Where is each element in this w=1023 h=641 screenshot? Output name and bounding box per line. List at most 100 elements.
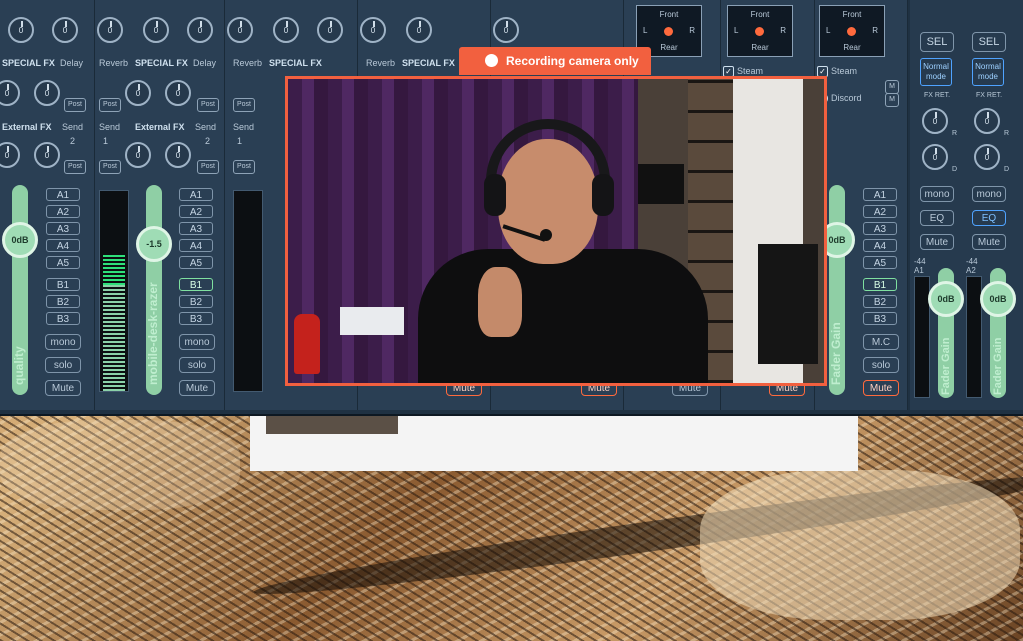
bus-a5-button[interactable]: A5 xyxy=(179,256,213,269)
post-toggle[interactable]: Post xyxy=(197,98,219,112)
post-toggle[interactable]: Post xyxy=(197,160,219,174)
send-2-label: 2 xyxy=(70,136,76,146)
bus-b2-button[interactable]: B2 xyxy=(179,295,213,308)
bus-b1-button[interactable]: B1 xyxy=(863,278,897,291)
mono-button[interactable]: mono xyxy=(972,186,1006,202)
bus-b3-button[interactable]: B3 xyxy=(46,312,80,325)
pan-front-label: Front xyxy=(842,10,862,19)
panning-box[interactable]: Front L R Rear xyxy=(727,5,793,57)
fx-return-reverb-knob[interactable]: 0 xyxy=(922,108,948,134)
send-2-knob[interactable]: 0 xyxy=(165,142,191,168)
bus-a5-button[interactable]: A5 xyxy=(46,256,80,269)
pan-position-dot[interactable] xyxy=(755,27,764,36)
bus-b2-button[interactable]: B2 xyxy=(46,295,80,308)
post-toggle[interactable]: Post xyxy=(99,160,121,174)
gain-fader-knob[interactable]: 0dB xyxy=(2,222,38,258)
post-toggle[interactable]: Post xyxy=(233,98,255,112)
solo-button[interactable]: solo xyxy=(45,357,81,373)
eq-button[interactable]: EQ xyxy=(920,210,954,226)
denoiser-knob[interactable]: 0 xyxy=(317,17,343,43)
panning-box[interactable]: Front L R Rear xyxy=(819,5,885,57)
camera-background-box xyxy=(340,307,404,335)
post-toggle[interactable]: Post xyxy=(64,160,86,174)
bus-a3-button[interactable]: A3 xyxy=(179,222,213,235)
comp-knob[interactable]: 0 xyxy=(493,17,519,43)
solo-button[interactable]: solo xyxy=(179,357,215,373)
bus-b1-button[interactable]: B1 xyxy=(179,278,213,291)
fx-return-delay-knob[interactable]: 0 xyxy=(922,144,948,170)
bus-a2-button[interactable]: A2 xyxy=(179,205,213,218)
mute-button[interactable]: Mute xyxy=(45,380,81,396)
bus-b3-button[interactable]: B3 xyxy=(863,312,897,325)
fx-return-delay-knob[interactable]: 0 xyxy=(974,144,1000,170)
bus-a4-button[interactable]: A4 xyxy=(863,239,897,252)
mute-button[interactable]: Mute xyxy=(972,234,1006,250)
bus-a1-fader-knob[interactable]: 0dB xyxy=(928,281,964,317)
mono-button[interactable]: mono xyxy=(179,334,215,350)
bus-mode-button-a1[interactable]: Normal mode xyxy=(920,58,952,86)
denoiser-knob[interactable]: 0 xyxy=(52,17,78,43)
delay-knob[interactable]: 0 xyxy=(34,80,60,106)
strip-name[interactable]: mobile-desk-razer xyxy=(146,282,160,385)
fx-ret-label: FX RET. xyxy=(976,92,1003,99)
gate-knob[interactable]: 0 xyxy=(8,17,34,43)
post-toggle[interactable]: Post xyxy=(99,98,121,112)
bus-a5-button[interactable]: A5 xyxy=(863,256,897,269)
camera-preview[interactable] xyxy=(285,76,827,386)
bus-a1-button[interactable]: A1 xyxy=(179,188,213,201)
mono-button[interactable]: mono xyxy=(45,334,81,350)
bus-a1-button[interactable]: A1 xyxy=(863,188,897,201)
send-2-knob[interactable]: 0 xyxy=(34,142,60,168)
steam-label: Steam xyxy=(737,66,764,76)
m-button[interactable]: M xyxy=(885,93,899,107)
bus-a4-button[interactable]: A4 xyxy=(179,239,213,252)
send-1-knob[interactable]: 0 xyxy=(0,142,20,168)
gate-knob[interactable]: 0 xyxy=(273,17,299,43)
delay-knob[interactable]: 0 xyxy=(165,80,191,106)
reverb-knob[interactable]: 0 xyxy=(0,80,20,106)
pan-position-dot[interactable] xyxy=(847,27,856,36)
bus-a2-button[interactable]: A2 xyxy=(46,205,80,218)
bus-a4-button[interactable]: A4 xyxy=(46,239,80,252)
mute-button[interactable]: Mute xyxy=(863,380,899,396)
pan-rear-label: Rear xyxy=(751,43,769,52)
comp-knob[interactable]: 0 xyxy=(227,17,253,43)
reverb-knob[interactable]: 0 xyxy=(125,80,151,106)
bus-b3-button[interactable]: B3 xyxy=(179,312,213,325)
mute-button[interactable]: Mute xyxy=(920,234,954,250)
gain-fader-knob[interactable]: -1.5 xyxy=(136,226,172,262)
eq-button[interactable]: EQ xyxy=(972,210,1006,226)
bus-a3-button[interactable]: A3 xyxy=(863,222,897,235)
level-meter-fill xyxy=(103,285,125,391)
recording-mode-badge[interactable]: Recording camera only xyxy=(459,47,651,75)
bus-mode-button-a2[interactable]: Normal mode xyxy=(972,58,1004,86)
post-toggle[interactable]: Post xyxy=(64,98,86,112)
solo-button[interactable]: solo xyxy=(863,357,899,373)
fader-gain-label: Fader Gain xyxy=(992,337,1004,395)
send-1-label: 1 xyxy=(237,136,243,146)
fx-return-reverb-knob[interactable]: 0 xyxy=(974,108,1000,134)
mc-button[interactable]: M.C xyxy=(863,334,899,350)
denoiser-knob[interactable]: 0 xyxy=(187,17,213,43)
mute-button[interactable]: Mute xyxy=(179,380,215,396)
external-fx-label: External FX xyxy=(2,122,52,132)
sel-button-a2[interactable]: SEL xyxy=(972,32,1006,52)
send-1-knob[interactable]: 0 xyxy=(125,142,151,168)
gate-knob[interactable]: 0 xyxy=(406,17,432,43)
bus-a1-button[interactable]: A1 xyxy=(46,188,80,201)
post-toggle[interactable]: Post xyxy=(233,160,255,174)
comp-knob[interactable]: 0 xyxy=(97,17,123,43)
bus-a2-fader-knob[interactable]: 0dB xyxy=(980,281,1016,317)
m-button[interactable]: M xyxy=(885,80,899,94)
bus-a2-button[interactable]: A2 xyxy=(863,205,897,218)
pan-position-dot[interactable] xyxy=(664,27,673,36)
bus-b1-button[interactable]: B1 xyxy=(46,278,80,291)
gate-knob[interactable]: 0 xyxy=(143,17,169,43)
comp-knob[interactable]: 0 xyxy=(360,17,386,43)
bus-a3-button[interactable]: A3 xyxy=(46,222,80,235)
sel-button-a1[interactable]: SEL xyxy=(920,32,954,52)
bus-b2-button[interactable]: B2 xyxy=(863,295,897,308)
headset-right-ear xyxy=(592,174,614,216)
strip-name[interactable]: quality xyxy=(12,346,26,385)
mono-button[interactable]: mono xyxy=(920,186,954,202)
